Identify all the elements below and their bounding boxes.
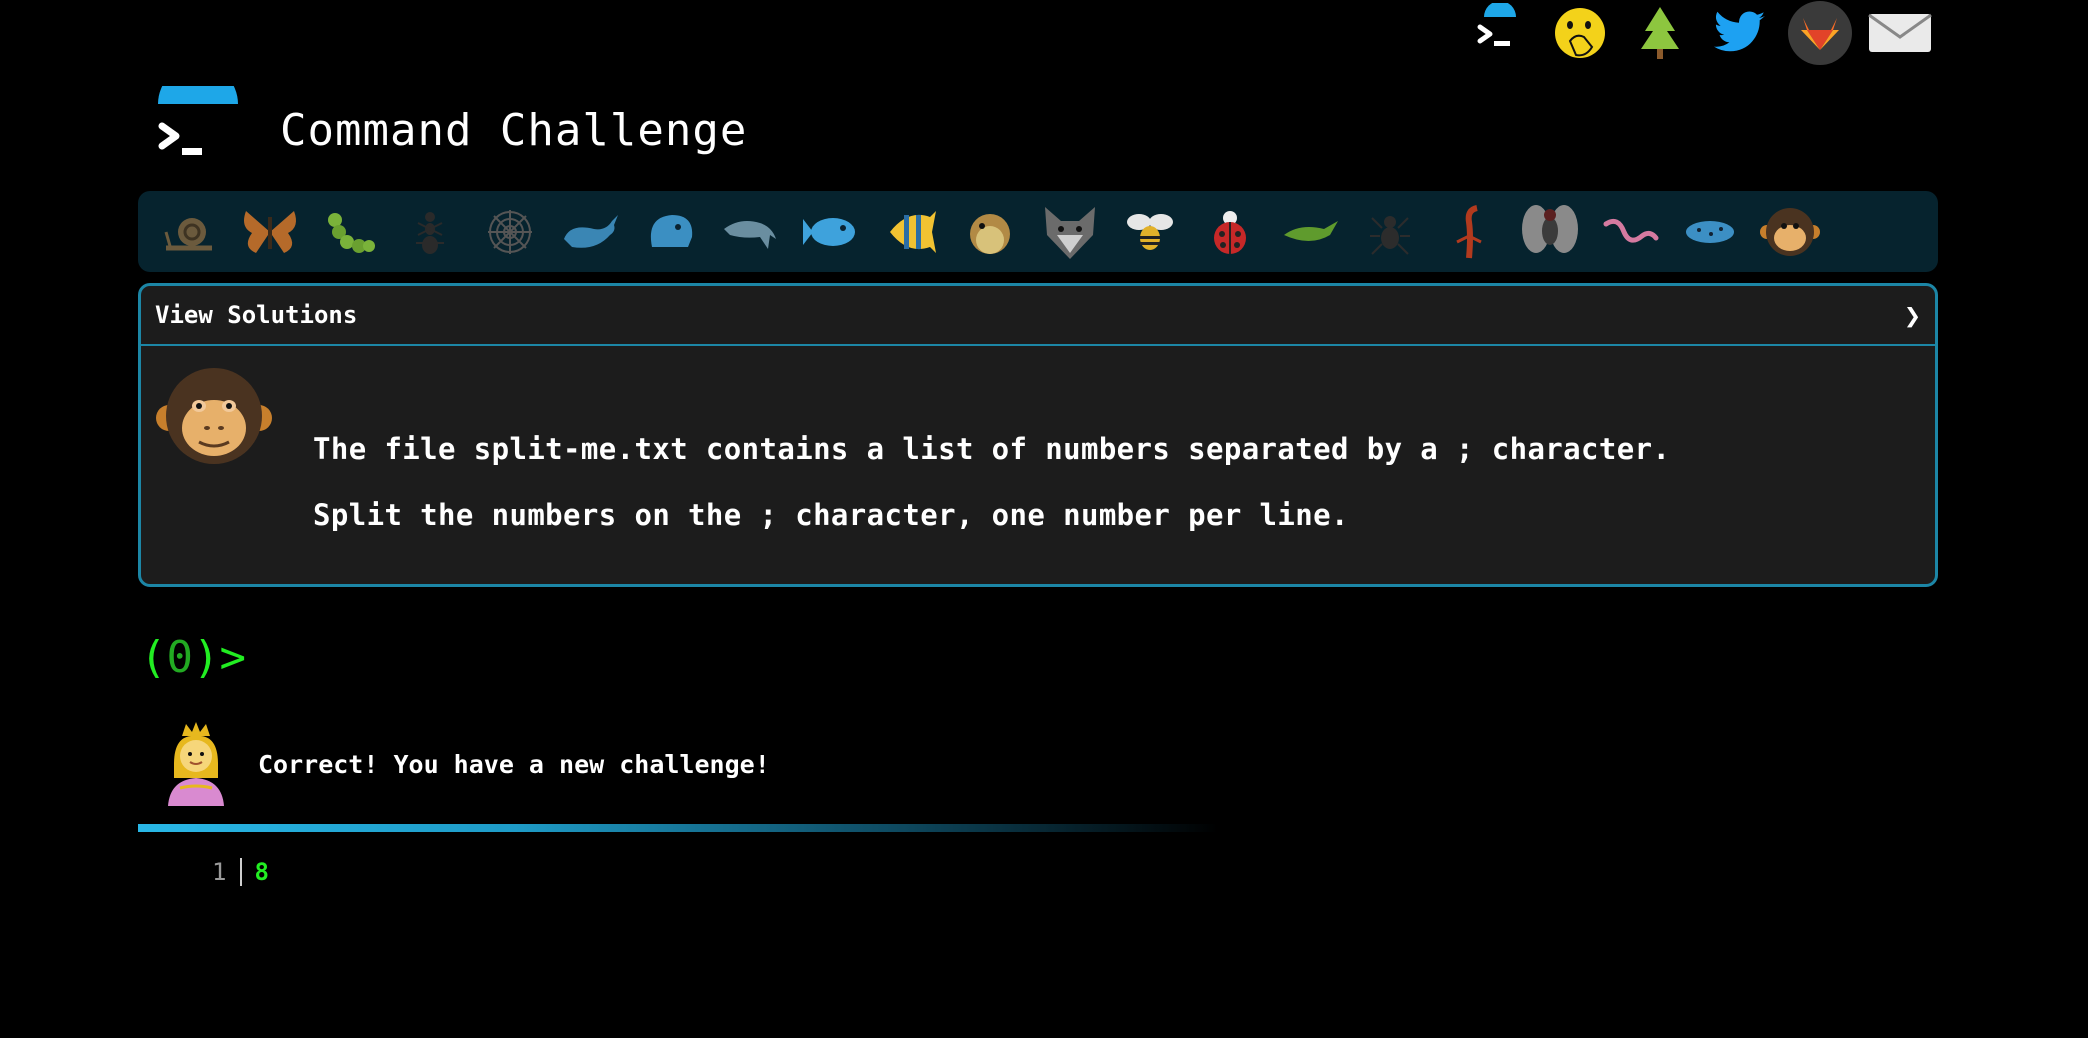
output-value: 8 [254,858,269,886]
ladybug-icon[interactable] [1190,197,1270,267]
challenge-line: The file split-me.txt contains a list of… [313,432,1671,466]
worm-icon[interactable] [1590,197,1670,267]
snail-icon[interactable] [150,197,230,267]
fly-icon[interactable] [1510,197,1590,267]
bee-icon[interactable] [1110,197,1190,267]
progress-bar [138,824,1218,832]
whale-spouting-icon[interactable] [630,197,710,267]
prompt-count: 0 [166,632,194,683]
spider-web-icon[interactable] [470,197,550,267]
feedback-message: Correct! You have a new challenge! [160,720,770,808]
dolphin-icon[interactable] [710,197,790,267]
prompt-open: ( [140,632,167,683]
tropical-fish-icon[interactable] [870,197,950,267]
gitlab-fox-icon[interactable] [1780,0,1860,66]
challenge-line: Split the numbers on the ; character, on… [313,498,1349,532]
scorpion-icon[interactable] [1430,197,1510,267]
challenge-body: The file split-me.txt contains a list of… [141,346,1935,584]
monkey-icon[interactable] [1750,197,1830,267]
page-title: Command Challenge [280,104,748,156]
evergreen-tree-icon[interactable] [1620,0,1700,66]
top-nav [1460,0,1940,66]
caterpillar-icon[interactable] [310,197,390,267]
chevron-right-icon: ❯ [1904,298,1921,332]
command-output: 1 8 [212,858,269,886]
envelope-icon[interactable] [1860,0,1940,66]
blowfish-icon[interactable] [950,197,1030,267]
princess-icon [160,722,232,806]
monkey-avatar-icon [155,360,273,472]
terminal-icon[interactable] [1460,0,1540,66]
view-solutions-label: View Solutions [155,301,358,329]
cricket-icon[interactable] [1270,197,1350,267]
level-bar [138,191,1938,272]
challenge-panel: View Solutions ❯ The file split-me.txt c… [138,283,1938,587]
header: Command Challenge [152,64,748,178]
view-solutions-toggle[interactable]: View Solutions ❯ [141,286,1935,346]
prompt-close: )> [193,632,246,683]
line-number: 1 [212,858,227,886]
terminal-logo-icon[interactable] [152,64,240,174]
challenge-description: The file split-me.txt contains a list of… [313,416,1670,548]
butterfly-icon[interactable] [230,197,310,267]
ant-icon[interactable] [390,197,470,267]
gutter-separator [240,858,243,886]
whale-icon[interactable] [550,197,630,267]
microbe-icon[interactable] [1670,197,1750,267]
spider-icon[interactable] [1350,197,1430,267]
fish-icon[interactable] [790,197,870,267]
twitter-bird-icon[interactable] [1700,0,1780,66]
command-prompt[interactable]: (0)> [140,632,246,683]
wolf-icon[interactable] [1030,197,1110,267]
feedback-text: Correct! You have a new challenge! [258,749,770,779]
face-with-hand-over-mouth-icon[interactable] [1540,0,1620,66]
